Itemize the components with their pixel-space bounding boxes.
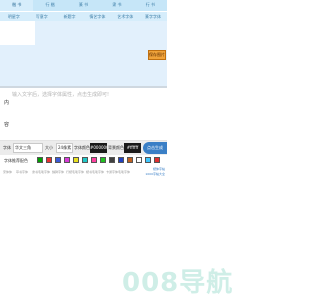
tab-xingshu[interactable]: 行 书 <box>134 0 167 11</box>
color-swatch[interactable] <box>73 157 79 163</box>
size-label: 大小 <box>45 145 53 150</box>
color-swatch[interactable] <box>127 157 133 163</box>
tab-kaishu[interactable]: 楷 书 <box>0 0 34 11</box>
tab-freehand[interactable]: 写意字 <box>28 12 56 21</box>
content-input-area: 内 容 <box>0 88 167 141</box>
content-label-top: 内 <box>4 100 10 106</box>
tab-xingkai[interactable]: 行 楷 <box>33 0 66 11</box>
tab-zhuanshu[interactable]: 篆 书 <box>67 0 100 11</box>
color-swatch[interactable] <box>91 157 97 163</box>
save-image-button[interactable]: 保存图片 <box>148 50 166 60</box>
bg-color-label: 背景颜色 <box>108 145 124 150</box>
font-category-tabs: 明星字 写意字 新题字 情艺字体 艺术字体 篆字字体 <box>0 11 167 21</box>
color-swatch[interactable] <box>37 157 43 163</box>
tab-seal[interactable]: 篆字字体 <box>139 12 167 21</box>
preview-canvas <box>0 21 35 45</box>
preview-area: 保存图片 <box>0 21 167 86</box>
site-watermark: 008导航 <box>122 268 234 298</box>
color-swatch[interactable] <box>64 157 70 163</box>
font-select[interactable]: 华文三角 <box>13 143 43 153</box>
color-swatch[interactable] <box>145 157 151 163</box>
generate-button[interactable]: 点击生成 <box>143 142 167 154</box>
color-swatch[interactable] <box>136 157 142 163</box>
color-swatch[interactable] <box>82 157 88 163</box>
hint-item[interactable]: 宋体体 <box>3 170 12 174</box>
hint-item[interactable]: 行楷毛笔字体 <box>66 170 84 174</box>
font-generator-app: 楷 书 行 楷 篆 书 隶 书 行 书 明星字 写意字 新题字 情艺字体 艺术字… <box>0 0 167 300</box>
font-color-input[interactable]: #000000 <box>90 143 107 153</box>
font-color-label: 字体颜色 <box>74 145 90 150</box>
color-swatch[interactable] <box>118 157 124 163</box>
content-label-bottom: 容 <box>4 122 10 128</box>
font-label: 字体 <box>3 145 11 150</box>
tab-art[interactable]: 艺术字体 <box>111 12 139 21</box>
bg-color-input[interactable]: #ffffff <box>124 143 141 153</box>
hint-link[interactable]: 1000字帖大全 <box>145 172 165 176</box>
size-select[interactable]: 24像素 <box>56 143 73 153</box>
tab-lishu[interactable]: 隶 书 <box>100 0 133 11</box>
color-swatch[interactable] <box>46 157 52 163</box>
tab-sentiment[interactable]: 情艺字体 <box>83 12 111 21</box>
content-textarea[interactable] <box>12 91 164 138</box>
color-swatch[interactable] <box>55 157 61 163</box>
recommended-colors-label: 字体推荐配色 <box>4 158 28 163</box>
recommended-colors-row: 字体推荐配色 <box>0 155 167 166</box>
hint-item[interactable]: 魏碑字体 <box>52 170 64 174</box>
tab-celebrity[interactable]: 明星字 <box>0 12 28 21</box>
font-controls-bar: 字体 华文三角 大小 24像素 字体颜色 #000000 背景颜色 #fffff… <box>0 141 167 155</box>
hint-item[interactable]: 卡通字体毛笔字体 <box>106 170 130 174</box>
hint-item[interactable]: 草书字体 <box>16 170 28 174</box>
font-hints-row: 宋体体 草书字体 隶书毛笔字体 魏碑字体 行楷毛笔字体 楷书毛笔字体 卡通字体毛… <box>0 166 167 178</box>
color-swatch[interactable] <box>109 157 115 163</box>
font-style-tabs: 楷 书 行 楷 篆 书 隶 书 行 书 <box>0 0 167 11</box>
hint-item[interactable]: 楷书毛笔字体 <box>86 170 104 174</box>
color-swatch[interactable] <box>100 157 106 163</box>
color-swatch[interactable] <box>154 157 160 163</box>
hint-link[interactable]: 楷体字帖 <box>153 167 165 171</box>
hint-item[interactable]: 隶书毛笔字体 <box>32 170 50 174</box>
tab-new-title[interactable]: 新题字 <box>56 12 84 21</box>
